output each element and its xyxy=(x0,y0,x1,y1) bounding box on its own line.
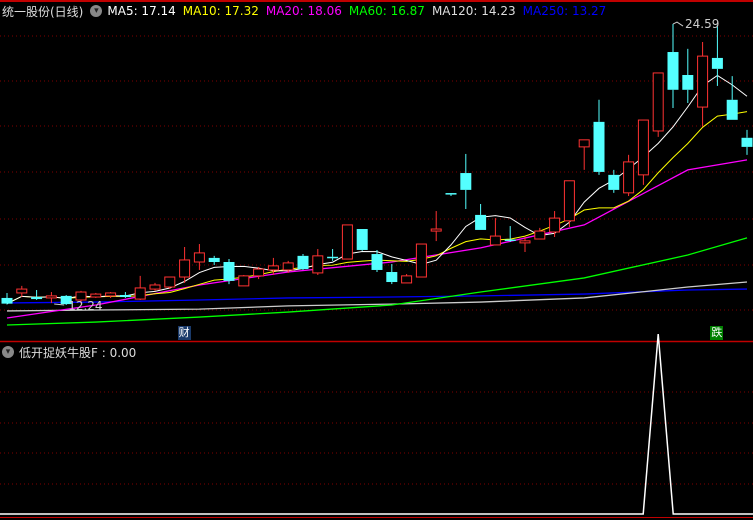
low-price-label: 12.24 xyxy=(68,299,102,313)
candle-up xyxy=(282,262,294,271)
cai-marker: 财 xyxy=(177,326,191,340)
candle-up xyxy=(253,268,265,277)
candle-up xyxy=(105,292,117,297)
candle-down xyxy=(1,297,13,304)
candle-up xyxy=(149,284,161,290)
ma20-line xyxy=(6,159,748,319)
candle-down xyxy=(208,257,220,263)
candle-up xyxy=(16,288,28,294)
candle-down xyxy=(223,262,235,281)
candle-up xyxy=(238,275,250,287)
candle-up xyxy=(312,255,324,274)
candle-down xyxy=(119,294,131,298)
candle-up xyxy=(45,295,57,299)
candle-down xyxy=(608,174,620,190)
candle-up xyxy=(164,276,176,288)
indicator-line xyxy=(0,333,753,515)
candle-up xyxy=(519,240,531,244)
candle-up xyxy=(179,259,191,278)
candle-up xyxy=(637,119,649,176)
candle-down xyxy=(445,193,457,195)
candle-up xyxy=(267,265,279,271)
candle-up xyxy=(578,139,590,148)
indicator-legend: ▾ 低开捉妖牛股F : 0.00 xyxy=(2,344,136,360)
candle-up xyxy=(563,180,575,222)
candle-up xyxy=(193,252,205,263)
candle-down xyxy=(475,214,487,230)
high-marker-arrow xyxy=(672,21,684,27)
candle-up xyxy=(90,293,102,298)
candle-up xyxy=(623,161,635,194)
indicator-label: 低开捉妖牛股F : 0.00 xyxy=(19,345,137,360)
candle-up xyxy=(697,55,709,108)
candle-down xyxy=(356,229,368,250)
candle-up xyxy=(534,230,546,240)
candle-down xyxy=(682,74,694,90)
candle-up xyxy=(430,228,442,232)
candlestick-chart[interactable]: 24.59 12.24 xyxy=(0,0,753,520)
candle-up xyxy=(652,72,664,132)
candle-up xyxy=(134,287,146,300)
candle-down xyxy=(371,254,383,270)
candle-down xyxy=(31,297,43,300)
candle-up xyxy=(489,235,501,246)
candle-down xyxy=(327,256,339,259)
high-price-label: 24.59 xyxy=(685,17,719,31)
candle-down xyxy=(593,121,605,172)
candle-down xyxy=(460,173,472,190)
candle-down xyxy=(386,272,398,283)
candle-down xyxy=(297,255,309,270)
candle-down xyxy=(726,99,738,120)
candle-up xyxy=(401,275,413,284)
candle-up xyxy=(341,224,353,260)
candle-down xyxy=(741,137,753,147)
chevron-down-circle-icon[interactable]: ▾ xyxy=(2,346,14,358)
candle-down xyxy=(711,57,723,69)
ma10-line xyxy=(6,111,748,305)
candle-down xyxy=(667,52,679,90)
candle-up xyxy=(549,217,561,233)
low-marker-arrow xyxy=(54,303,65,306)
candle-up xyxy=(415,243,427,278)
die-marker: 跌 xyxy=(710,326,724,340)
candle-down xyxy=(504,239,516,241)
